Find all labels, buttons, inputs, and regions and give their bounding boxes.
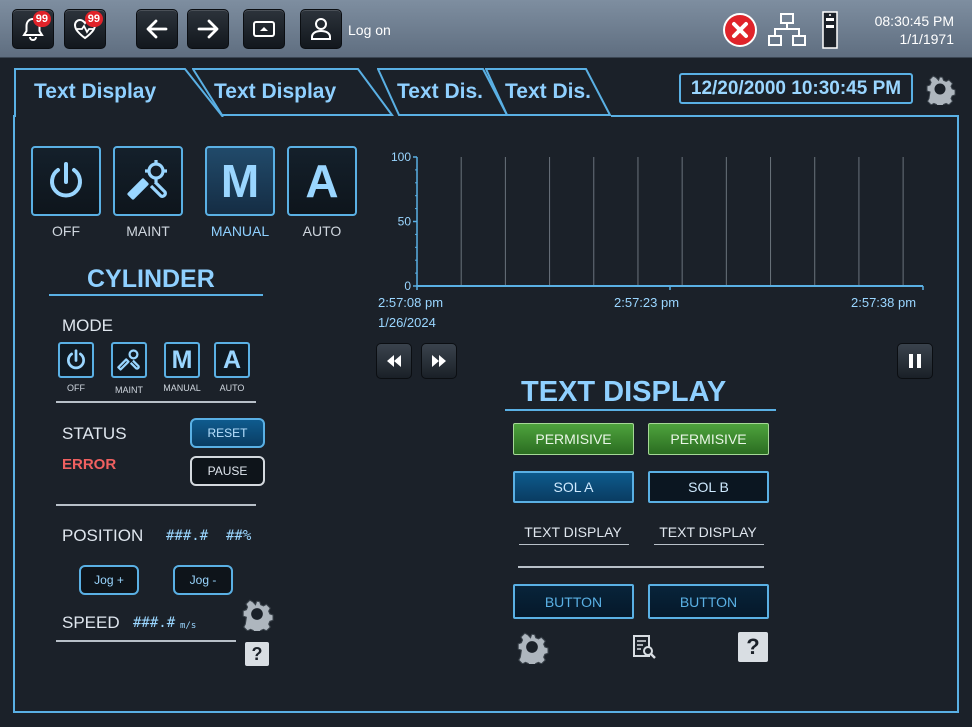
mode-auto-button[interactable]: A [287, 146, 357, 216]
pause-button[interactable]: PAUSE [190, 456, 265, 486]
fast-forward-icon [432, 355, 446, 367]
clock-time: 08:30:45 PM [874, 13, 954, 29]
cylinder-title: CYLINDER [87, 265, 215, 293]
mode-maint-button[interactable] [113, 146, 183, 216]
datetime-display[interactable]: 12/20/2000 10:30:45 PM [679, 73, 913, 104]
cyl-mode-auto-button[interactable]: A [214, 342, 250, 378]
speed-label: SPEED [62, 613, 120, 632]
health-button[interactable]: 99 [64, 9, 106, 49]
system-clock: 08:30:45 PM 1/1/1971 [875, 12, 954, 48]
cyl-mode-maint-label: MAINT [115, 385, 143, 395]
cyl-mode-auto-label: AUTO [219, 383, 245, 393]
top-bar: 99 99 Log on 08:30:45 PM 1/1/1971 [0, 0, 972, 58]
x-start-date: 1/26/2024 [378, 315, 436, 330]
text-display-rule [505, 409, 776, 411]
mode-auto-label: AUTO [302, 223, 342, 239]
cyl-mode-maint-button[interactable] [111, 342, 147, 378]
status-label: STATUS [62, 424, 127, 443]
position-pct: ##% [226, 528, 252, 544]
wrench-icon [117, 349, 140, 371]
position-value: ###.# [166, 528, 209, 544]
speed-value: ###.# [133, 615, 176, 631]
status-divider [56, 504, 256, 506]
forward-button[interactable] [187, 9, 229, 49]
power-icon [67, 349, 85, 370]
text-display-2-underline [654, 544, 764, 545]
arrow-left-icon [146, 19, 168, 39]
text-display-1-underline [519, 544, 629, 545]
cyl-mode-off-label: OFF [67, 383, 85, 393]
cyl-mode-auto-glyph: A [222, 345, 242, 374]
frame-top-border [611, 115, 959, 117]
report-search-icon[interactable] [631, 634, 659, 662]
error-x-icon[interactable] [722, 12, 758, 48]
fast-forward-button[interactable] [421, 343, 457, 379]
y-tick-label: 50 [398, 215, 412, 229]
tab-1[interactable]: Text Display [14, 67, 234, 117]
button-1[interactable]: BUTTON [513, 584, 634, 619]
mode-manual-label: MANUAL [210, 223, 270, 239]
mode-off-button[interactable] [31, 146, 101, 216]
screen-icon [253, 21, 275, 37]
cylinder-title-rule [49, 294, 263, 296]
network-icon[interactable] [767, 12, 807, 48]
pause-icon [909, 354, 921, 368]
x-tick-label-0: 2:57:08 pm [378, 295, 444, 310]
mode-manual-button[interactable]: M [205, 146, 275, 216]
position-label: POSITION [62, 526, 144, 545]
pause-chart-button[interactable] [897, 343, 933, 379]
speed-unit: m/s [180, 621, 197, 631]
user-button[interactable] [300, 9, 342, 49]
cyl-mode-manual-glyph: M [171, 345, 193, 374]
button-2[interactable]: BUTTON [648, 584, 769, 619]
tab-1-label: Text Display [34, 80, 157, 103]
rewind-icon [387, 355, 401, 367]
gear-icon[interactable] [924, 73, 956, 105]
mode-divider [56, 401, 256, 403]
text-display-2: TEXT DISPLAY [659, 524, 757, 540]
status-value: ERROR [62, 456, 117, 473]
wrench-icon [127, 160, 167, 200]
cyl-mode-off-button[interactable] [58, 342, 94, 378]
health-badge: 99 [84, 11, 103, 27]
user-icon [311, 18, 331, 40]
sol-a-button[interactable]: SOL A [513, 471, 634, 503]
cyl-mode-manual-label: MANUAL [163, 383, 201, 393]
arrow-right-icon [197, 19, 219, 39]
device-icon [822, 11, 838, 49]
mode-auto-glyph: A [305, 155, 339, 207]
mode-label: MODE [62, 316, 113, 335]
mode-off-label: OFF [52, 223, 80, 239]
y-tick-label: 100 [391, 150, 411, 164]
speed-divider [56, 640, 236, 642]
jog-minus-button[interactable]: Jog - [173, 565, 233, 595]
mode-manual-glyph: M [220, 155, 260, 207]
help-icon[interactable]: ? [245, 642, 269, 666]
mode-maint-label: MAINT [126, 223, 170, 239]
rewind-button[interactable] [376, 343, 412, 379]
back-button[interactable] [136, 9, 178, 49]
reset-button[interactable]: RESET [190, 418, 265, 448]
screen-button[interactable] [243, 9, 285, 49]
clock-date: 1/1/1971 [899, 31, 955, 47]
permisive-indicator-2: PERMISIVE [648, 423, 769, 455]
alarm-badge: 99 [32, 11, 51, 27]
gear-icon[interactable] [240, 597, 274, 631]
y-tick-label: 0 [404, 279, 411, 293]
text-display-1: TEXT DISPLAY [524, 524, 622, 540]
jog-plus-button[interactable]: Jog + [79, 565, 139, 595]
button-divider [518, 566, 764, 568]
text-display-title: TEXT DISPLAY [521, 376, 727, 408]
logon-label[interactable]: Log on [348, 22, 391, 38]
alarm-button[interactable]: 99 [12, 9, 54, 49]
cyl-mode-manual-button[interactable]: M [164, 342, 200, 378]
power-icon [50, 162, 82, 198]
x-tick-label-1: 2:57:23 pm [614, 295, 680, 310]
help-icon[interactable]: ? [738, 632, 768, 662]
gear-icon[interactable] [515, 630, 549, 664]
permisive-indicator-1: PERMISIVE [513, 423, 634, 455]
x-tick-label-2: 2:57:38 pm [851, 295, 917, 310]
sol-b-button[interactable]: SOL B [648, 471, 769, 503]
